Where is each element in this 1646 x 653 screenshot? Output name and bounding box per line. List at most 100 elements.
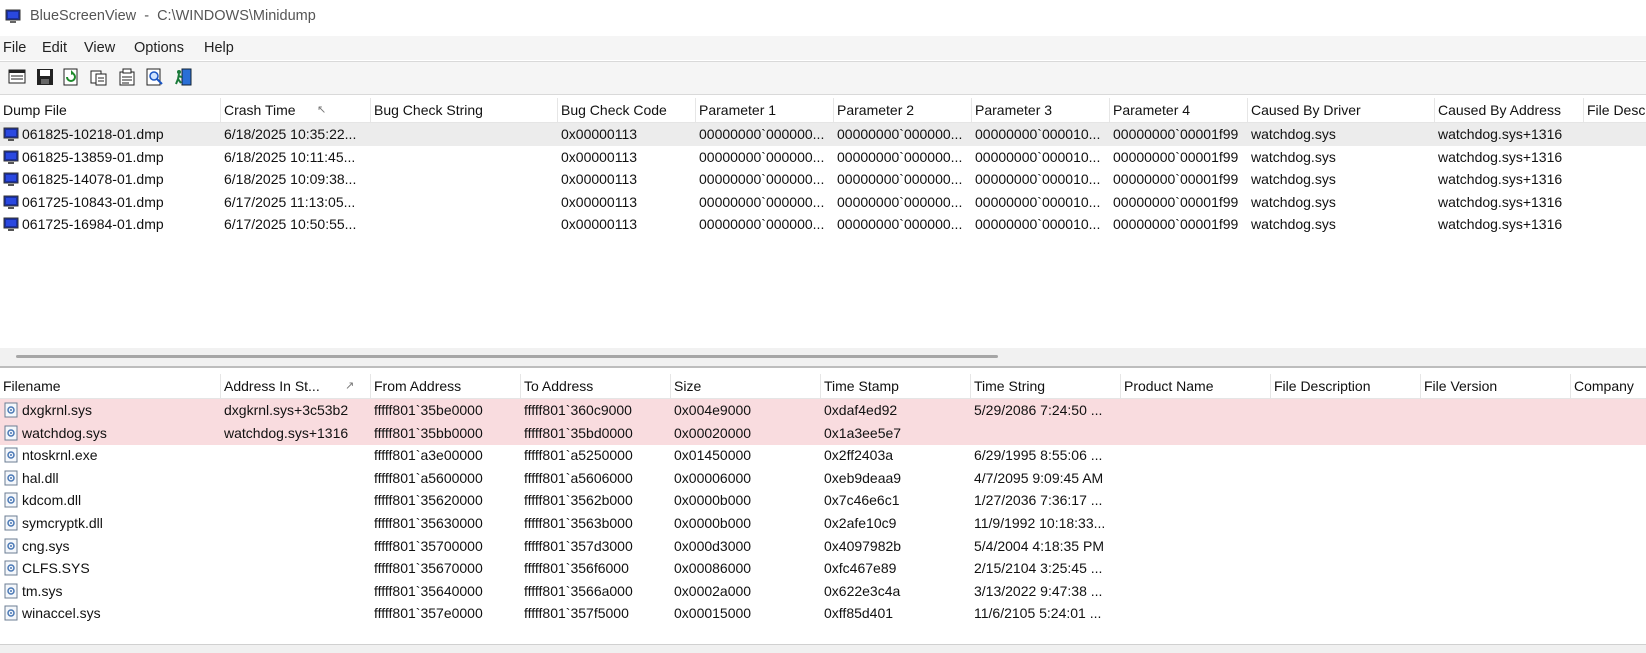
column-header-parameter-3[interactable]: Parameter 3: [972, 98, 1110, 122]
column-header-to-address[interactable]: To Address: [521, 374, 671, 398]
cell-time-stamp: 0x622e3c4a: [824, 582, 901, 599]
column-header-crash-time[interactable]: Crash Time ↖: [221, 98, 371, 122]
cell-file-description: [1271, 422, 1421, 445]
cell-to-address: fffff801`35bd0000: [524, 424, 633, 441]
cell-address-in-stack: [221, 512, 371, 535]
driver-row[interactable]: dxgkrnl.sys dxgkrnl.sys+3c53b2 fffff801`35…: [0, 399, 1646, 422]
column-header-time-string[interactable]: Time String: [971, 374, 1121, 398]
column-header-parameter-4[interactable]: Parameter 4: [1110, 98, 1248, 122]
column-header-from-address[interactable]: From Address: [371, 374, 521, 398]
cell-file-description: [1271, 399, 1421, 422]
cell-size: 0x0002a000: [674, 582, 752, 599]
cell-address-in-stack: [221, 580, 371, 603]
column-header-file-version[interactable]: File Version: [1421, 374, 1571, 398]
column-header-file-description[interactable]: File Desc: [1584, 98, 1646, 122]
properties-icon[interactable]: [116, 66, 138, 88]
cell-file-version: [1421, 444, 1571, 467]
cell-from-address: fffff801`a3e00000: [374, 447, 483, 464]
cell-parameter-1: 00000000`000000...: [699, 126, 825, 142]
cell-parameter-2: 00000000`000000...: [837, 216, 963, 233]
column-header-company[interactable]: Company: [1571, 374, 1646, 398]
save-icon[interactable]: [34, 66, 56, 88]
cell-from-address: fffff801`35bb0000: [374, 424, 483, 441]
window-title: BlueScreenView - C:\WINDOWS\Minidump: [30, 8, 316, 24]
cell-company: [1571, 580, 1646, 603]
cell-file-version: [1421, 422, 1571, 445]
cell-from-address: fffff801`35640000: [374, 582, 483, 599]
menu-edit[interactable]: Edit: [42, 40, 67, 56]
cell-product-name: [1121, 422, 1271, 445]
driver-row[interactable]: tm.sys fffff801`35640000 fffff801`3566a000…: [0, 580, 1646, 603]
cell-time-stamp: 0x7c46e6c1: [824, 492, 900, 509]
refresh-icon[interactable]: [60, 66, 82, 88]
dump-row[interactable]: 061825-14078-01.dmp 6/18/2025 10:09:38...…: [0, 168, 1646, 191]
menu-file[interactable]: File: [3, 40, 26, 56]
dump-row[interactable]: 061725-10843-01.dmp 6/17/2025 11:13:05...…: [0, 191, 1646, 214]
cell-address-in-stack: [221, 535, 371, 558]
driver-list-header: Filename Address In St... ↗ From Address…: [0, 374, 1646, 399]
cell-file-description: [1584, 123, 1646, 146]
find-icon[interactable]: [144, 66, 166, 88]
cell-crash-time: 6/18/2025 10:35:22...: [224, 126, 357, 142]
column-header-caused-by-address[interactable]: Caused By Address: [1435, 98, 1584, 122]
cell-file-description: [1271, 557, 1421, 580]
cell-filename: winaccel.sys: [22, 605, 101, 622]
menu-options[interactable]: Options: [134, 40, 184, 56]
column-header-bug-check-string[interactable]: Bug Check String: [371, 98, 558, 122]
cell-caused-by-driver: watchdog.sys: [1251, 126, 1336, 142]
driver-row[interactable]: cng.sys fffff801`35700000 fffff801`357d300…: [0, 535, 1646, 558]
html-report-icon[interactable]: [6, 66, 28, 88]
driver-row[interactable]: CLFS.SYS fffff801`35670000 fffff801`356f60…: [0, 557, 1646, 580]
cell-filename: kdcom.dll: [22, 492, 82, 509]
cell-company: [1571, 557, 1646, 580]
driver-row[interactable]: ntoskrnl.exe fffff801`a3e00000 fffff801`a5…: [0, 444, 1646, 467]
cell-address-in-stack: watchdog.sys+1316: [224, 424, 349, 441]
cell-crash-time: 6/18/2025 10:11:45...: [224, 148, 356, 165]
column-header-bug-check-code[interactable]: Bug Check Code: [558, 98, 696, 122]
cell-time-stamp: 0x4097982b: [824, 537, 902, 554]
dump-row[interactable]: 061825-10218-01.dmp 6/18/2025 10:35:22...…: [0, 123, 1646, 146]
cell-company: [1571, 602, 1646, 625]
cell-filename: symcryptk.dll: [22, 515, 103, 531]
bluescreen-app-icon: [5, 9, 21, 23]
column-header-file-description[interactable]: File Description: [1271, 374, 1421, 398]
cell-bug-check-string: [371, 168, 558, 191]
cell-from-address: fffff801`357e0000: [374, 605, 483, 622]
cell-caused-by-driver: watchdog.sys: [1251, 216, 1336, 233]
column-header-caused-by-driver[interactable]: Caused By Driver: [1248, 98, 1435, 122]
exit-icon[interactable]: [172, 66, 194, 88]
column-header-time-stamp[interactable]: Time Stamp: [821, 374, 971, 398]
cell-product-name: [1121, 602, 1271, 625]
column-header-parameter-2[interactable]: Parameter 2: [834, 98, 972, 122]
driver-row[interactable]: watchdog.sys watchdog.sys+1316 fffff801`35…: [0, 421, 1646, 445]
column-header-dump-file[interactable]: Dump File: [0, 98, 221, 122]
menu-help[interactable]: Help: [204, 40, 234, 56]
cell-crash-time: 6/18/2025 10:09:38...: [224, 171, 357, 188]
cell-bug-check-code: 0x00000113: [561, 126, 638, 142]
pane-splitter[interactable]: [0, 366, 1646, 368]
driver-row[interactable]: hal.dll fffff801`a5600000 fffff801`a560600…: [0, 467, 1646, 490]
driver-row[interactable]: winaccel.sys fffff801`357e0000 fffff801`35…: [0, 602, 1646, 625]
column-header-parameter-1[interactable]: Parameter 1: [696, 98, 834, 122]
scrollbar-thumb[interactable]: [16, 355, 998, 358]
driver-row[interactable]: symcryptk.dll fffff801`35630000 fffff801`3…: [0, 512, 1646, 535]
column-header-product-name[interactable]: Product Name: [1121, 374, 1271, 398]
cell-caused-by-address: watchdog.sys+1316: [1438, 216, 1563, 233]
horizontal-scrollbar[interactable]: [0, 348, 1646, 366]
dump-row[interactable]: 061725-16984-01.dmp 6/17/2025 10:50:55...…: [0, 213, 1646, 236]
menu-view[interactable]: View: [84, 40, 115, 56]
column-header-size[interactable]: Size: [671, 374, 821, 398]
sort-indicator-icon: ↖: [317, 104, 327, 116]
column-header-crash-time-label: Crash Time: [224, 102, 296, 118]
column-header-filename[interactable]: Filename: [0, 374, 221, 398]
cell-size: 0x00020000: [674, 424, 752, 441]
dump-row[interactable]: 061825-13859-01.dmp 6/18/2025 10:11:45...…: [0, 146, 1646, 169]
cell-dump-file: 061725-16984-01.dmp: [22, 216, 164, 233]
cell-parameter-3: 00000000`000010...: [975, 126, 1101, 142]
driver-row[interactable]: kdcom.dll fffff801`35620000 fffff801`3562b…: [0, 489, 1646, 512]
column-header-address-in-stack[interactable]: Address In St... ↗: [221, 374, 371, 398]
cell-time-string: 5/29/2086 7:24:50 ...: [974, 402, 1103, 418]
cell-bug-check-string: [371, 213, 558, 236]
copy-icon[interactable]: [88, 66, 110, 88]
cell-product-name: [1121, 467, 1271, 490]
